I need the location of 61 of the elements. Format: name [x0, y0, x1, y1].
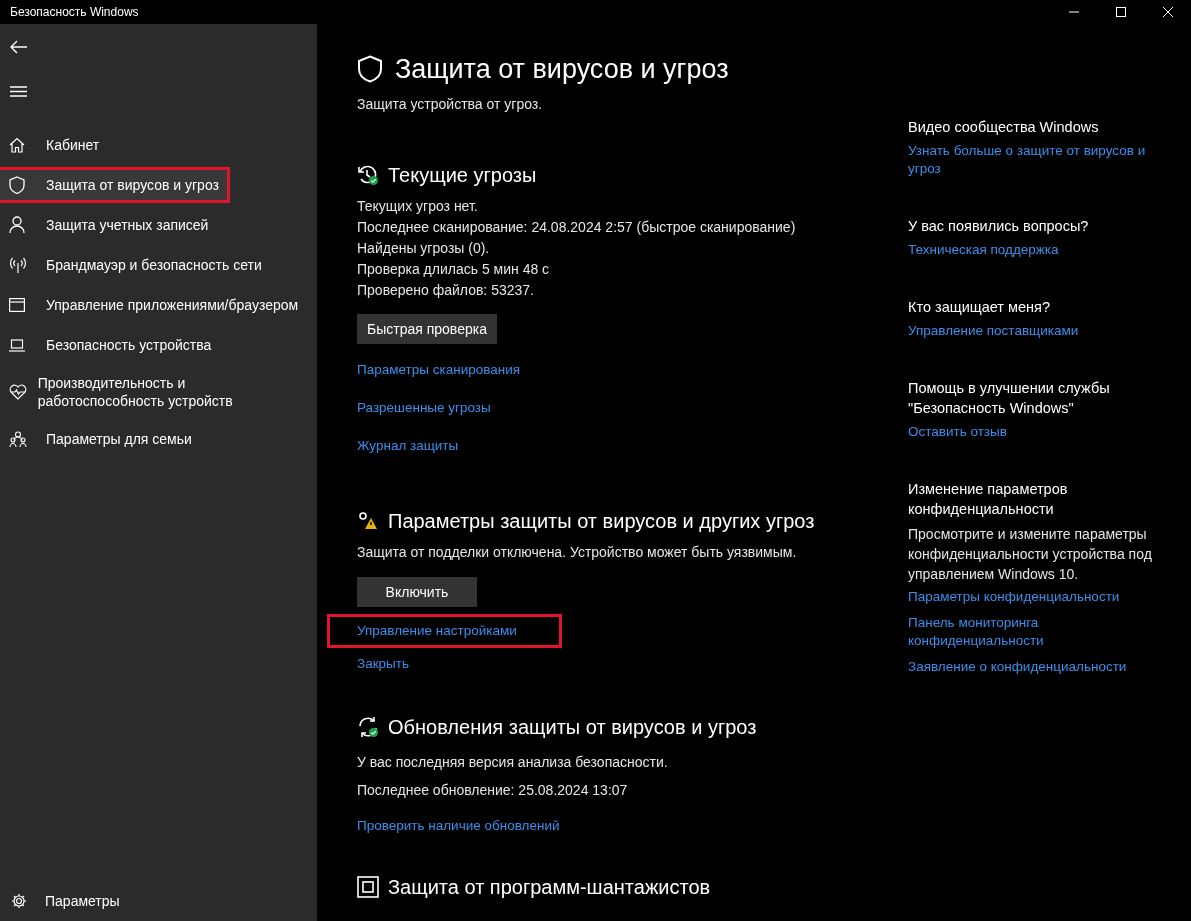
status-text: Последнее обновление: 25.08.2024 13:07 — [357, 781, 629, 800]
nav-item[interactable]: Производительность и работоспособность устройств — [0, 365, 317, 419]
link[interactable]: Оставить отзыв — [908, 423, 1158, 441]
status-text: Текущих угроз нет. — [357, 197, 479, 216]
back-arrow-icon[interactable] — [10, 40, 28, 54]
section-heading: Текущие угрозы — [388, 163, 537, 188]
link[interactable]: Журнал защиты — [354, 434, 462, 458]
status-text: У вас последняя версия анализа безопасности. — [357, 753, 669, 772]
nav-item[interactable]: Кабинет — [0, 127, 111, 163]
maximize-icon[interactable] — [1116, 7, 1126, 17]
link[interactable]: Управление настройками — [327, 614, 562, 648]
nav-item[interactable]: Защита учетных записей — [0, 207, 220, 243]
action-button[interactable]: Быстрая проверка — [357, 314, 497, 344]
clock-check-icon — [357, 164, 379, 186]
link[interactable]: Панель мониторинга конфиденциальности — [908, 614, 1158, 650]
shield-icon — [9, 176, 25, 194]
settings-link[interactable]: Параметры — [45, 893, 120, 909]
section-heading: Защита от программ-шантажистов — [388, 875, 711, 900]
panel-heading: Кто защищает меня? — [908, 298, 1051, 317]
window-title: Безопасность Windows — [10, 5, 139, 19]
status-text: Проверка длилась 5 мин 48 с — [357, 260, 551, 279]
browser-window-icon — [9, 298, 25, 312]
panel-heading: Видео сообщества Windows — [908, 118, 1100, 137]
nav-item[interactable]: Брандмауэр и безопасность сети — [0, 247, 273, 283]
home-icon — [9, 137, 25, 153]
section-heading: Обновления защиты от вирусов и угроз — [388, 715, 757, 740]
nav-item[interactable]: Безопасность устройства — [0, 327, 223, 363]
link[interactable]: Параметры конфиденциальности — [908, 588, 1158, 606]
family-icon — [9, 430, 27, 448]
shield-icon — [357, 55, 383, 83]
nav-item[interactable]: Управление приложениями/браузером — [0, 287, 310, 323]
status-text: Проверено файлов: 53237. — [357, 281, 535, 300]
link[interactable]: Заявление о конфиденциальности — [908, 658, 1158, 676]
sync-check-icon — [357, 716, 379, 738]
section-heading: Параметры защиты от вирусов и других угроз — [388, 509, 815, 534]
page-title: Защита от вирусов и угроз — [395, 53, 729, 86]
link[interactable]: Техническая поддержка — [908, 241, 1158, 259]
page-subtitle: Защита устройства от угроз. — [357, 96, 544, 112]
link[interactable]: Параметры сканирования — [354, 358, 524, 382]
menu-icon[interactable] — [10, 86, 27, 97]
nav-item[interactable]: Параметры для семьи — [0, 421, 203, 457]
heart-pulse-icon — [9, 384, 27, 400]
antenna-icon — [9, 257, 27, 273]
settings-icon[interactable] — [11, 893, 27, 909]
person-icon — [9, 216, 25, 234]
laptop-icon — [9, 338, 25, 352]
close-icon[interactable] — [1163, 7, 1173, 17]
link[interactable]: Разрешенные угрозы — [354, 396, 494, 420]
status-text: Защита от подделки отключена. Устройство может быть уязвимым. — [357, 543, 798, 562]
nav-item[interactable]: Защита от вирусов и угроз — [0, 167, 230, 203]
status-text: Найдены угрозы (0). — [357, 239, 491, 258]
action-button[interactable]: Включить — [357, 577, 477, 607]
link[interactable]: Закрыть — [354, 652, 412, 676]
link[interactable]: Проверить наличие обновлений — [354, 814, 563, 838]
panel-heading: Изменение параметров конфиденциальности — [908, 480, 1069, 519]
link[interactable]: Узнать больше о защите от вирусов и угроз — [908, 142, 1158, 178]
link[interactable]: Управление поставщиками — [908, 322, 1158, 340]
panel-heading: Помощь в улучшении службы "Безопасность Windows" — [908, 379, 1111, 418]
status-text: Последнее сканирование: 24.08.2024 2:57 (быстрое сканирование) — [357, 218, 797, 237]
panel-text: Просмотрите и измените параметры конфиденциальности устройства под управлением Windows 10. — [908, 525, 1153, 584]
panel-heading: У вас появились вопросы? — [908, 217, 1090, 236]
